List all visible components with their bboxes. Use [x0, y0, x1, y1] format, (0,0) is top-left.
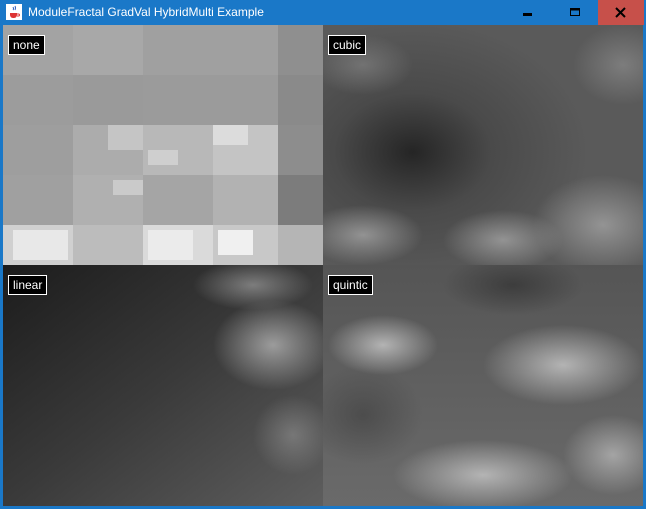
panel-label-cubic: cubic — [328, 35, 367, 55]
noise-image-linear — [3, 265, 323, 506]
maximize-icon — [570, 8, 580, 16]
maximize-button[interactable] — [551, 0, 598, 25]
panel-cubic: cubic — [323, 25, 643, 265]
noise-grid: none cubic linear quintic — [3, 25, 643, 506]
noise-image-quintic — [323, 265, 643, 506]
panel-quintic: quintic — [323, 265, 643, 506]
title-bar[interactable]: ModuleFractal GradVal HybridMulti Exampl… — [0, 0, 646, 25]
minimize-icon — [523, 13, 532, 16]
window-title: ModuleFractal GradVal HybridMulti Exampl… — [28, 5, 264, 19]
noise-image-cubic — [323, 25, 643, 265]
panel-linear: linear — [3, 265, 323, 506]
app-window: ModuleFractal GradVal HybridMulti Exampl… — [0, 0, 646, 509]
java-cup-icon — [6, 4, 22, 20]
panel-label-quintic: quintic — [328, 275, 373, 295]
panel-label-linear: linear — [8, 275, 48, 295]
panel-none: none — [3, 25, 323, 265]
close-button[interactable] — [598, 0, 644, 25]
minimize-button[interactable] — [504, 0, 551, 25]
panel-label-none: none — [8, 35, 45, 55]
close-icon — [615, 7, 626, 18]
noise-image-none — [3, 25, 323, 265]
